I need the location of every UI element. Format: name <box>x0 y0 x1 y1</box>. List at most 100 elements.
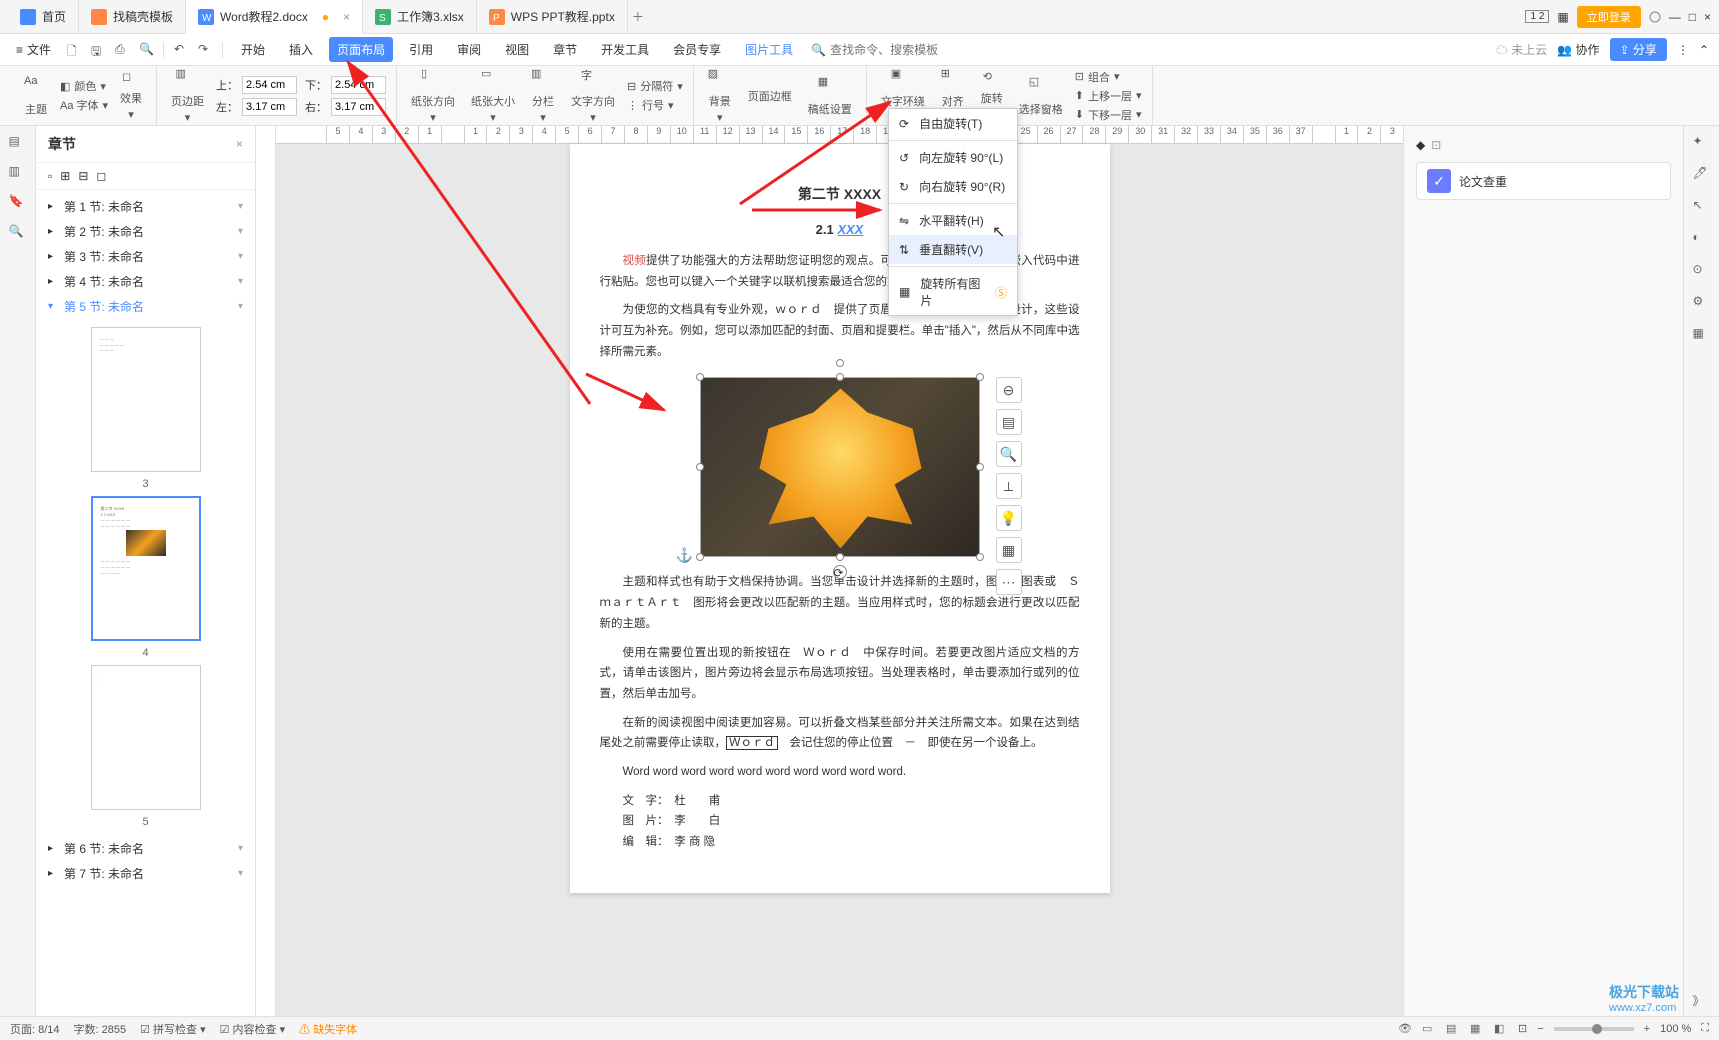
user-icon[interactable] <box>1649 11 1661 23</box>
rtool-toggle-icon[interactable]: 》 <box>1693 992 1711 1010</box>
doc-image[interactable] <box>700 377 980 557</box>
redo-icon[interactable]: ↷ <box>198 42 214 58</box>
menu-tab-review[interactable]: 审阅 <box>449 37 489 62</box>
rotate-left90[interactable]: ↺向左旋转 90°(L) <box>889 143 1017 172</box>
preview-icon[interactable]: 🔍 <box>139 42 155 58</box>
nav-tool4-icon[interactable]: ◻ <box>96 169 106 183</box>
file-menu[interactable]: ≡文件 <box>10 41 57 58</box>
view-mode5-icon[interactable]: ◧ <box>1494 1022 1508 1036</box>
rtool-star-icon[interactable]: ✦ <box>1693 134 1711 152</box>
float-zoomout[interactable]: ⊖ <box>996 377 1022 403</box>
flip-vertical[interactable]: ⇅垂直翻转(V) <box>889 235 1017 264</box>
paper-button[interactable]: ▦稿纸设置 <box>804 73 856 119</box>
resize-handle-e[interactable] <box>976 463 984 471</box>
undo-icon[interactable]: ↶ <box>174 42 190 58</box>
margin-left-input[interactable] <box>242 98 297 116</box>
rpanel-close-icon[interactable]: ⊡ <box>1431 138 1441 152</box>
menu-tab-dev[interactable]: 开发工具 <box>593 37 657 62</box>
lineno-button[interactable]: ⋮行号▾ <box>627 97 683 113</box>
papersize-button[interactable]: ▭纸张大小▾ <box>467 65 519 126</box>
menu-tab-view[interactable]: 视图 <box>497 37 537 62</box>
image-rotate-grip[interactable]: ⟳ <box>833 565 847 579</box>
print-icon[interactable]: ⎙ <box>115 42 131 58</box>
save-icon[interactable]: 🖫 <box>91 42 107 58</box>
margins-button[interactable]: ▥页边距▾ <box>167 65 208 126</box>
chevron-up-icon[interactable]: ⌃ <box>1699 43 1709 57</box>
float-layout[interactable]: ▤ <box>996 409 1022 435</box>
nav-item-3[interactable]: ▸第 3 节: 未命名▾ <box>36 244 255 269</box>
nav-item-6[interactable]: ▸第 6 节: 未命名▾ <box>36 836 255 861</box>
search-input[interactable] <box>830 43 950 57</box>
nav-item-2[interactable]: ▸第 2 节: 未命名▾ <box>36 219 255 244</box>
tab-add-button[interactable]: ＋ <box>628 8 648 25</box>
margin-bottom-input[interactable] <box>331 76 386 94</box>
maximize-button[interactable]: □ <box>1689 10 1696 24</box>
rtool-shape-icon[interactable]: ◐ <box>1693 230 1711 248</box>
nav-item-1[interactable]: ▸第 1 节: 未命名▾ <box>36 194 255 219</box>
resize-handle-se[interactable] <box>976 553 984 561</box>
coop-button[interactable]: 👥 协作 <box>1557 41 1599 58</box>
search-nav-icon[interactable]: 🔍 <box>9 224 27 242</box>
rtool-misc-icon[interactable]: ▦ <box>1693 326 1711 344</box>
zoom-in-button[interactable]: + <box>1644 1023 1650 1035</box>
rtool-select-icon[interactable]: ↖ <box>1693 198 1711 216</box>
tab-xls[interactable]: S工作簿3.xlsx <box>363 0 477 34</box>
new-icon[interactable]: 🗋 <box>67 42 83 58</box>
cloud-status[interactable]: ☁ 未上云 <box>1496 41 1547 58</box>
float-more[interactable]: ⋯ <box>996 569 1022 595</box>
search-box[interactable]: 🔍 <box>811 43 950 57</box>
menu-tab-pictools[interactable]: 图片工具 <box>737 37 801 62</box>
rtool-settings-icon[interactable]: ⚙ <box>1693 294 1711 312</box>
float-replace[interactable]: ▦ <box>996 537 1022 563</box>
resize-handle-sw[interactable] <box>696 553 704 561</box>
menu-tab-member[interactable]: 会员专享 <box>665 37 729 62</box>
nav-tool1-icon[interactable]: ▫ <box>48 169 52 183</box>
orientation-button[interactable]: ▯纸张方向▾ <box>407 65 459 126</box>
status-content[interactable]: ☑ 内容检查 ▾ <box>220 1021 286 1037</box>
nav-tool3-icon[interactable]: ⊟ <box>78 169 88 183</box>
page-thumb-5[interactable]: ·· <box>91 665 201 810</box>
view-mode4-icon[interactable]: ▦ <box>1470 1022 1484 1036</box>
status-words[interactable]: 字数: 2855 <box>74 1021 127 1037</box>
rpanel-pin-icon[interactable]: ◆ <box>1416 138 1425 152</box>
outline-icon[interactable]: ▤ <box>9 134 27 152</box>
minimize-button[interactable]: — <box>1669 10 1681 24</box>
break-button[interactable]: ⊟分隔符▾ <box>627 78 683 94</box>
status-fonts[interactable]: ⚠ 缺失字体 <box>299 1021 357 1037</box>
bg-button[interactable]: ▨背景▾ <box>704 65 736 126</box>
rtool-relation-icon[interactable]: ⊙ <box>1693 262 1711 280</box>
nav-tool2-icon[interactable]: ⊞ <box>60 169 70 183</box>
nav-close-icon[interactable]: × <box>236 137 243 151</box>
textdir-button[interactable]: 字文字方向▾ <box>567 65 619 126</box>
menu-tab-ref[interactable]: 引用 <box>401 37 441 62</box>
color-button[interactable]: ◧颜色▾ <box>60 78 108 94</box>
doc-image-selected[interactable]: ⟳ ⚓ ⊖ ▤ 🔍 ⟂ 💡 ▦ ⋯ <box>700 377 980 557</box>
page-thumb-4[interactable]: 第二节 XXXX2.1 XXX— — — — — —— — — — — —— —… <box>91 496 201 641</box>
columns-button[interactable]: ▥分栏▾ <box>527 65 559 126</box>
nav-item-4[interactable]: ▸第 4 节: 未命名▾ <box>36 269 255 294</box>
zoom-fit-icon[interactable]: ⊡ <box>1518 1022 1527 1035</box>
menu-tab-insert[interactable]: 插入 <box>281 37 321 62</box>
margin-right-input[interactable] <box>331 98 386 116</box>
page-thumb-3[interactable]: — — —— — — — —— — — <box>91 327 201 472</box>
status-spell[interactable]: ☑ 拼写检查 ▾ <box>140 1021 206 1037</box>
share-button[interactable]: ⇪ 分享 <box>1610 38 1667 61</box>
close-icon[interactable]: × <box>343 10 350 24</box>
tab-ppt[interactable]: PWPS PPT教程.pptx <box>477 0 628 34</box>
tab-template[interactable]: 找稿壳模板 <box>79 0 186 34</box>
font-button[interactable]: Aa 字体▾ <box>60 97 108 113</box>
effect-button[interactable]: ◻效果▾ <box>116 68 146 123</box>
rtool-pen-icon[interactable]: 🖊 <box>1693 166 1711 184</box>
paper-check-button[interactable]: ✓ 论文查重 <box>1416 162 1671 200</box>
resize-handle-n[interactable] <box>836 373 844 381</box>
resize-handle-ne[interactable] <box>976 373 984 381</box>
document-area[interactable]: 5432112345678910111213141516171819202122… <box>276 126 1403 1020</box>
theme-button[interactable]: Aa主题 <box>20 73 52 119</box>
rotate-right90[interactable]: ↻向右旋转 90°(R) <box>889 172 1017 201</box>
nav-item-5[interactable]: ▾第 5 节: 未命名▾ <box>36 294 255 319</box>
group-button[interactable]: ⊡组合▾ <box>1075 69 1142 85</box>
float-crop[interactable]: ⟂ <box>996 473 1022 499</box>
zoom-slider[interactable] <box>1554 1027 1634 1031</box>
bookmark-icon[interactable]: 🔖 <box>9 194 27 212</box>
menu-tab-chapter[interactable]: 章节 <box>545 37 585 62</box>
